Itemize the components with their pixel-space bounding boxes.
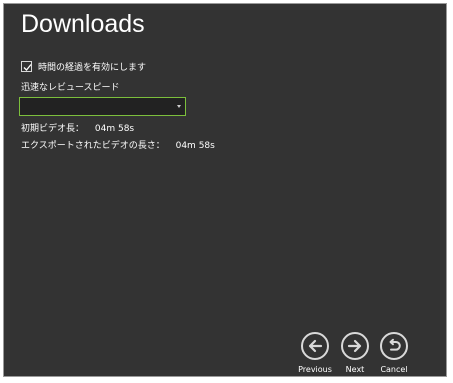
chevron-down-icon [177,105,181,108]
export-length-value: 04m 58s [175,141,215,151]
arrow-right-icon [347,339,362,353]
original-length-value: 04m 58s [94,124,135,134]
previous-circle [301,332,329,360]
cancel-label: Cancel [380,365,408,374]
page-title: Downloads [21,10,145,38]
cancel-button[interactable]: Cancel [377,332,411,374]
previous-label: Previous [298,365,332,374]
next-circle [341,332,369,360]
enable-timelapse-row[interactable]: 時間の経過を有効にします [21,59,146,73]
original-length-label: 初期ビデオ長： [21,124,85,134]
review-speed-select[interactable] [19,97,186,116]
original-length-row: 初期ビデオ長： 04m 58s [21,121,134,134]
enable-timelapse-label: 時間の経過を有効にします [38,62,147,73]
checkmark-icon [23,63,32,71]
undo-icon [389,338,401,351]
export-length-row: エクスポートされたビデオの長さ： 04m 58s [21,138,215,151]
cancel-circle [380,332,408,360]
review-speed-label: 迅速なレビュースピード [21,83,120,93]
export-length-label: エクスポートされたビデオの長さ： [21,141,165,151]
previous-button[interactable]: Previous [298,332,332,374]
enable-timelapse-checkbox[interactable] [21,60,32,72]
next-label: Next [345,365,365,374]
downloads-window: Downloads 時間の経過を有効にします 迅速なレビュースピード 初期ビデオ… [3,3,447,377]
arrow-left-icon [308,339,323,353]
next-button[interactable]: Next [338,332,372,374]
